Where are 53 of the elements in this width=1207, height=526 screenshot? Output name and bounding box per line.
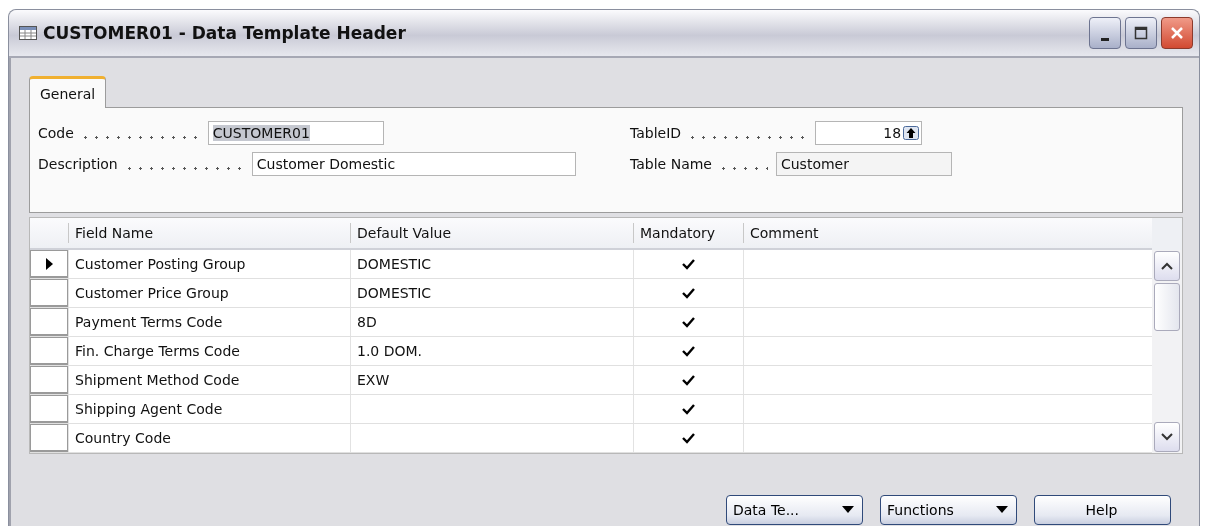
help-button[interactable]: Help (1034, 495, 1171, 525)
field-label: Description (38, 156, 118, 172)
checkmark-icon[interactable] (682, 287, 695, 299)
menu-button[interactable]: Data Te... (726, 495, 863, 525)
tableid-field[interactable]: 18 (815, 121, 923, 145)
field-label: Code (38, 125, 74, 141)
close-icon (1170, 26, 1184, 40)
field-label: Table Name (630, 156, 712, 172)
table-icon (19, 26, 37, 40)
checkmark-icon[interactable] (682, 374, 695, 386)
table-cell: Shipping Agent Code (68, 395, 350, 423)
table-cell: 1.0 DOM. (350, 337, 633, 365)
dropdown-caret-icon (842, 506, 854, 514)
maximize-icon (1134, 26, 1148, 40)
menu-button[interactable]: Functions (880, 495, 1017, 525)
maximize-button[interactable] (1125, 17, 1157, 49)
minimize-icon (1101, 37, 1109, 41)
checkmark-icon[interactable] (682, 403, 695, 415)
scrollbar[interactable] (1152, 218, 1182, 453)
minimize-button[interactable] (1089, 17, 1121, 49)
table-cell: Country Code (68, 424, 350, 452)
chevron-down-icon (1161, 433, 1173, 441)
column-header[interactable]: Mandatory (633, 223, 743, 243)
window-title: CUSTOMER01 - Data Template Header (43, 23, 406, 43)
tab[interactable]: General (29, 76, 107, 108)
input-field[interactable]: CUSTOMER01 (207, 121, 384, 145)
checkmark-icon[interactable] (682, 345, 695, 357)
table-cell: Customer Posting Group (68, 250, 350, 278)
scroll-down-button[interactable] (1154, 422, 1180, 452)
table-cell: EXW (350, 366, 633, 394)
column-header[interactable]: Field Name (68, 223, 350, 243)
checkmark-icon[interactable] (682, 432, 695, 444)
input-field[interactable]: Customer (775, 152, 952, 176)
table-cell: DOMESTIC (350, 279, 633, 307)
scroll-thumb[interactable] (1154, 283, 1180, 331)
chevron-up-icon (1161, 262, 1173, 270)
table-cell: Customer Price Group (68, 279, 350, 307)
header-filler (1152, 218, 1182, 250)
current-row-icon (45, 257, 53, 270)
field-label: TableID (630, 125, 682, 141)
scroll-up-button[interactable] (1154, 251, 1180, 281)
table-cell: DOMESTIC (350, 250, 633, 278)
checkmark-icon[interactable] (682, 316, 695, 328)
input-field[interactable]: Customer Domestic (251, 152, 576, 176)
close-button[interactable] (1161, 17, 1193, 49)
column-header[interactable]: Default Value (350, 223, 633, 243)
dropdown-caret-icon (996, 506, 1008, 514)
table-cell: Shipment Method Code (68, 366, 350, 394)
checkmark-icon[interactable] (682, 258, 695, 270)
table-cell: 8D (350, 308, 633, 336)
table-cell: Payment Terms Code (68, 308, 350, 336)
row-selector[interactable] (30, 250, 68, 278)
table-cell: Fin. Charge Terms Code (68, 337, 350, 365)
